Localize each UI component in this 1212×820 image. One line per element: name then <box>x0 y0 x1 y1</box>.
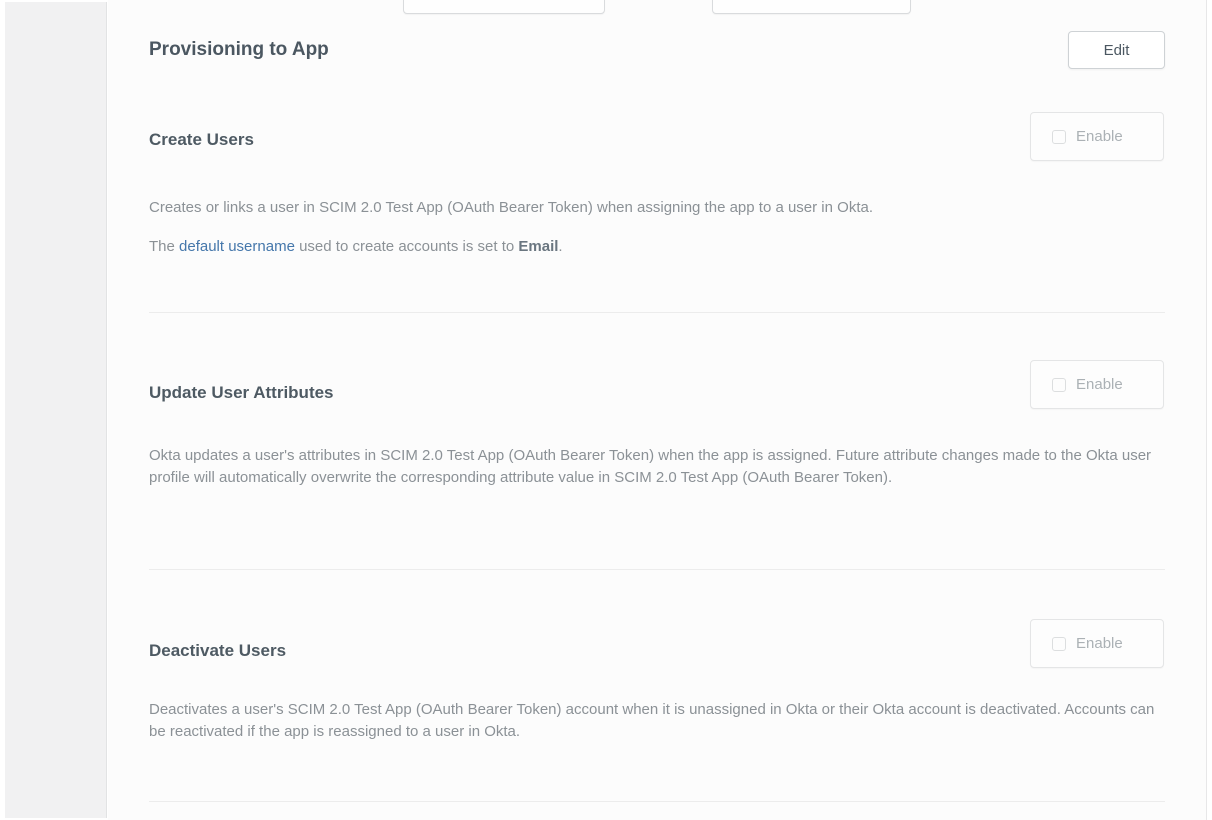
enable-checkbox-icon[interactable] <box>1052 637 1066 651</box>
enable-label: Enable <box>1076 128 1123 145</box>
section-title-update-user-attributes: Update User Attributes <box>149 383 334 403</box>
enable-checkbox-icon[interactable] <box>1052 378 1066 392</box>
default-username-link[interactable]: default username <box>179 238 295 255</box>
cutoff-control-right[interactable] <box>712 0 911 14</box>
enable-toggle-deactivate-users[interactable]: Enable <box>1030 619 1164 668</box>
main-content: Provisioning to App Edit Create Users En… <box>108 0 1207 820</box>
enable-toggle-create-users[interactable]: Enable <box>1030 112 1164 161</box>
enable-toggle-update-user-attributes[interactable]: Enable <box>1030 360 1164 409</box>
note-prefix: The <box>149 238 179 255</box>
section-title-create-users: Create Users <box>149 130 254 150</box>
content-right-border <box>1206 0 1207 820</box>
note-middle: used to create accounts is set to <box>295 238 518 255</box>
deactivate-users-description: Deactivates a user's SCIM 2.0 Test App (… <box>149 699 1165 742</box>
note-emphasis: Email <box>518 238 558 255</box>
section-divider <box>149 801 1165 802</box>
section-divider <box>149 312 1165 313</box>
enable-label: Enable <box>1076 635 1123 652</box>
section-divider <box>149 569 1165 570</box>
left-sidebar <box>5 2 107 818</box>
create-users-note: The default username used to create acco… <box>149 236 1165 258</box>
cutoff-control-left[interactable] <box>403 0 605 14</box>
page-title: Provisioning to App <box>149 38 329 62</box>
update-user-attributes-description: Okta updates a user's attributes in SCIM… <box>149 445 1165 488</box>
enable-label: Enable <box>1076 376 1123 393</box>
provisioning-settings-page: Provisioning to App Edit Create Users En… <box>0 0 1212 820</box>
note-suffix: . <box>558 238 562 255</box>
section-title-deactivate-users: Deactivate Users <box>149 641 286 661</box>
enable-checkbox-icon[interactable] <box>1052 130 1066 144</box>
edit-button[interactable]: Edit <box>1068 31 1165 69</box>
create-users-description: Creates or links a user in SCIM 2.0 Test… <box>149 197 1165 219</box>
